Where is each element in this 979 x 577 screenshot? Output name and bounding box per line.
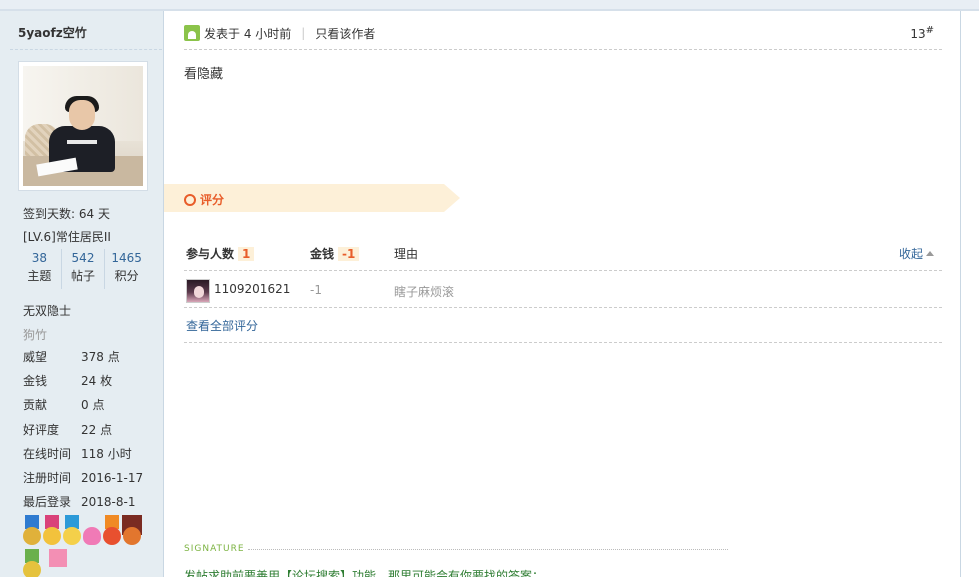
count-topics[interactable]: 38 主题 — [18, 249, 62, 289]
rating-reason: 瞎子麻烦滚 — [394, 285, 455, 299]
medal-icon[interactable] — [122, 515, 142, 549]
reason-label: 理由 — [394, 247, 419, 261]
author-name[interactable]: 5yaofz空竹 — [18, 24, 87, 41]
author-only-link[interactable]: 只看该作者 — [315, 25, 375, 42]
separator: | — [301, 26, 306, 40]
user-rank: 无双隐士 — [23, 304, 72, 318]
ring-icon — [184, 193, 196, 206]
signature-text[interactable]: 发帖求助前要善用【论坛搜索】功能，那里可能会有你要找的答案； — [184, 567, 544, 577]
post-content: 看隐藏 — [184, 67, 224, 82]
divider — [184, 49, 942, 50]
stat-reputation: 好评度 22 点 — [23, 423, 113, 437]
collapse-button[interactable]: 收起 — [899, 245, 934, 263]
participants-label: 参与人数 1 — [186, 245, 255, 263]
medal-icon[interactable] — [62, 515, 82, 549]
stat-register-date: 注册时间 2016-1-17 — [23, 471, 144, 485]
custom-title: 狗竹 — [23, 328, 48, 342]
medal-icon[interactable] — [22, 515, 42, 549]
user-level[interactable]: [LV.6]常住居民II — [23, 228, 111, 245]
stat-money: 金钱 24 枚 — [23, 374, 113, 388]
heart-medal-icon[interactable] — [82, 515, 102, 549]
right-border — [960, 11, 979, 577]
stat-last-login: 最后登录 2018-8-1 — [23, 495, 136, 509]
caret-up-icon — [926, 251, 934, 256]
rating-row: 1109201621 -1 瞎子麻烦滚 — [184, 277, 942, 305]
avatar[interactable] — [18, 61, 148, 191]
stat-online-time: 在线时间 118 小时 — [23, 447, 132, 461]
checkin-days: 签到天数: 64 天 — [23, 207, 110, 221]
medal-icon[interactable] — [42, 515, 62, 549]
divider — [184, 342, 942, 343]
money-label: 金钱 -1 — [310, 245, 360, 263]
post-counts: 38 主题 542 帖子 1465 积分 — [18, 249, 148, 289]
medal-icon[interactable] — [22, 549, 42, 577]
count-points[interactable]: 1465 积分 — [105, 249, 148, 289]
divider — [184, 270, 942, 271]
post-meta: 发表于 4 小时前 | 只看该作者 — [184, 24, 375, 42]
rater-name[interactable]: 1109201621 — [214, 282, 290, 296]
count-posts[interactable]: 542 帖子 — [62, 249, 106, 289]
post-time: 发表于 4 小时前 — [204, 26, 292, 41]
rater-avatar[interactable] — [186, 279, 210, 303]
signature-label: SIGNATURE — [184, 544, 245, 554]
author-sidebar: 5yaofz空竹 签到天数: 64 天 [LV.6]常住居民II 38 主题 5… — [0, 11, 164, 577]
rating-header: 参与人数 1 金钱 -1 理由 收起 — [184, 245, 942, 265]
stat-prestige: 威望 378 点 — [23, 350, 120, 364]
post-main: 发表于 4 小时前 | 只看该作者 13# 看隐藏 评分 参与人数 1 金钱 -1 … — [164, 11, 942, 577]
rating-money: -1 — [310, 283, 322, 297]
signature-divider — [248, 549, 728, 550]
rating-title: 评分 — [184, 191, 224, 208]
online-user-icon — [184, 25, 200, 41]
floor-number[interactable]: 13# — [910, 25, 934, 41]
avatar-image — [23, 66, 143, 186]
view-all-ratings-link[interactable]: 查看全部评分 — [186, 317, 258, 334]
medal-icon[interactable] — [48, 549, 68, 577]
medal-icon[interactable] — [102, 515, 122, 549]
stat-contribution: 贡献 0 点 — [23, 398, 105, 412]
divider — [184, 307, 942, 308]
top-border — [0, 0, 979, 11]
divider — [10, 49, 162, 50]
